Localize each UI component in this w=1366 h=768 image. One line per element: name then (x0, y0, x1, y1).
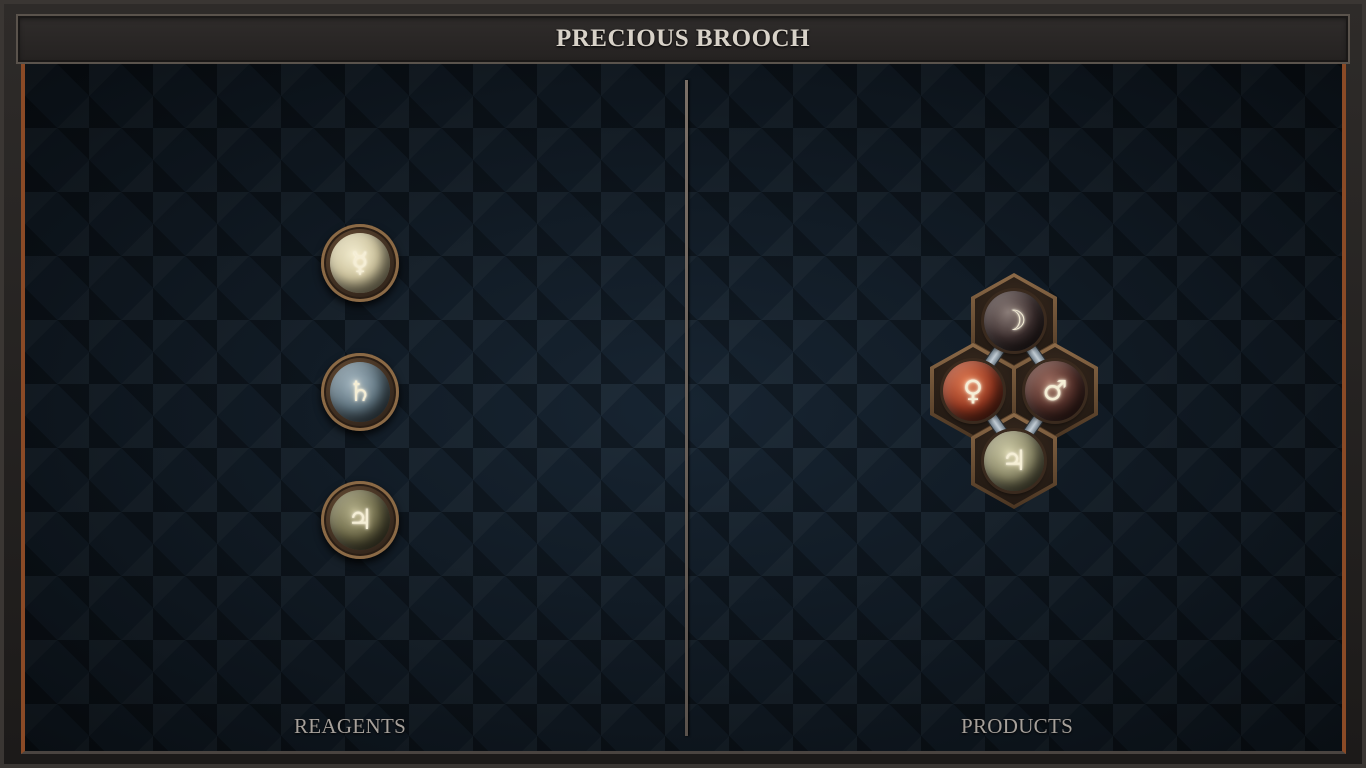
reagent-quicksilver[interactable]: ☿ (321, 224, 399, 302)
panel-divider (685, 80, 688, 736)
tin-product-symbol-icon: ♃ (1001, 444, 1027, 477)
quicksilver-orb: ☿ (330, 233, 390, 293)
lead-orb: ♄ (330, 362, 390, 422)
iron-atom: ♂ (1025, 361, 1085, 421)
tin-symbol-icon: ♃ (347, 503, 373, 536)
quicksilver-symbol-icon: ☿ (351, 246, 369, 279)
lead-symbol-icon: ♄ (347, 375, 373, 408)
puzzle-board: ☿ ♄ ♃ ☽ ♀ ♂ ♃ REAGENTS PRODUCTS (21, 64, 1346, 754)
iron-symbol-icon: ♂ (1042, 374, 1068, 407)
reagents-label: REAGENTS (294, 714, 407, 738)
copper-symbol-icon: ♀ (962, 374, 984, 407)
tin-atom: ♃ (984, 431, 1044, 491)
product-molecule[interactable]: ☽ ♀ ♂ ♃ (930, 273, 1098, 513)
title-bar: PRECIOUS BROOCH (16, 14, 1350, 64)
products-label: PRODUCTS (961, 714, 1074, 738)
silver-symbol-icon: ☽ (1001, 304, 1027, 337)
reagent-lead[interactable]: ♄ (321, 353, 399, 431)
tin-orb: ♃ (330, 490, 390, 550)
puzzle-title: PRECIOUS BROOCH (555, 25, 811, 52)
reagent-tin[interactable]: ♃ (321, 481, 399, 559)
copper-atom: ♀ (943, 361, 1003, 421)
silver-atom: ☽ (984, 291, 1044, 351)
